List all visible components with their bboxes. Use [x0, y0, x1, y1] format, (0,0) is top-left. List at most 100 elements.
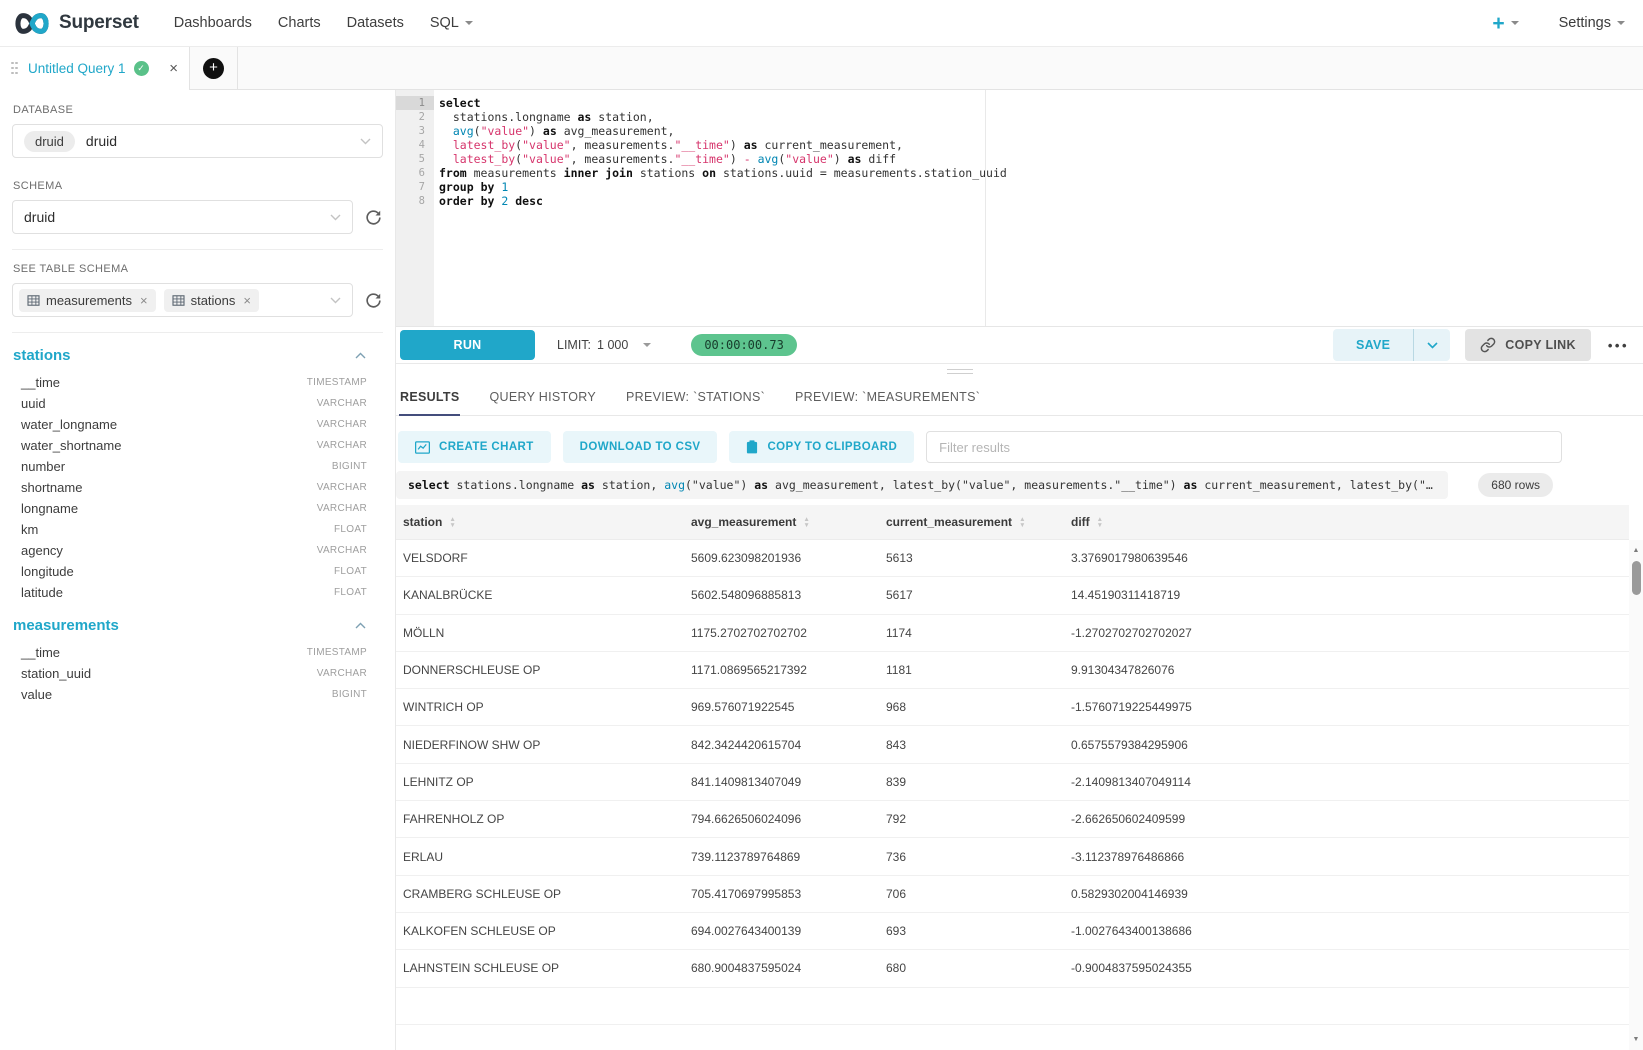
sort-icon[interactable]: ▲▼ [1097, 517, 1103, 528]
database-value: druid [86, 133, 117, 149]
chevron-down-icon [465, 21, 473, 29]
results-tab[interactable]: RESULTS [399, 378, 460, 415]
save-menu-button[interactable] [1414, 329, 1450, 361]
filter-results-input[interactable] [926, 431, 1562, 463]
column-name: longitude [21, 564, 74, 579]
database-select[interactable]: druid druid [12, 124, 383, 158]
table-cell: MÖLLN [396, 626, 684, 640]
create-chart-button[interactable]: CREATE CHART [398, 431, 551, 463]
table-row[interactable]: VELSDORF5609.62309820193656133.376901798… [396, 540, 1629, 577]
table-row[interactable]: FAHRENHOLZ OP794.6626506024096792-2.6626… [396, 801, 1629, 838]
schema-column-row: water_longnameVARCHAR [12, 414, 383, 435]
drag-handle-icon[interactable] [11, 62, 18, 75]
table-cell: 1174 [879, 626, 1064, 640]
column-header-label: current_measurement [886, 515, 1012, 529]
table-row[interactable]: NIEDERFINOW SHW OP842.34244206157048430.… [396, 726, 1629, 763]
column-header[interactable]: current_measurement ▲▼ [879, 505, 1064, 539]
collapse-icon[interactable] [355, 352, 366, 359]
editor-code-area[interactable]: select stations.longname as station, avg… [434, 90, 1643, 326]
nav-item-label: SQL [430, 15, 459, 31]
pane-splitter[interactable] [396, 364, 1643, 378]
sort-icon[interactable]: ▲▼ [1019, 517, 1025, 528]
table-row[interactable]: ERLAU739.1123789764869736-3.112378976486… [396, 838, 1629, 875]
table-cell: 9.91304347826076 [1064, 663, 1629, 677]
new-item-button[interactable]: + [1492, 13, 1518, 34]
refresh-tables-icon[interactable] [364, 291, 383, 310]
chart-icon [415, 441, 430, 454]
table-row[interactable]: DONNERSCHLEUSE OP1171.086956521739211819… [396, 652, 1629, 689]
column-header[interactable]: diff▲▼ [1064, 505, 1629, 539]
scroll-up-icon[interactable]: ▲ [1633, 547, 1640, 554]
table-icon [172, 295, 185, 306]
copy-to-clipboard-button[interactable]: COPY TO CLIPBOARD [729, 431, 914, 463]
table-select[interactable]: measurements×stations× [12, 283, 353, 317]
run-button[interactable]: RUN [400, 330, 535, 360]
plus-icon: + [1492, 13, 1504, 34]
settings-menu[interactable]: Settings [1559, 15, 1625, 31]
remove-table-icon[interactable]: × [243, 293, 251, 308]
schema-column-row: __timeTIMESTAMP [12, 372, 383, 393]
sql-editor[interactable]: 12345678 select stations.longname as sta… [396, 90, 1643, 326]
query-tab[interactable]: Untitled Query 1 ✓ × [0, 47, 190, 89]
column-header[interactable]: station▲▼ [396, 505, 684, 539]
link-icon [1480, 337, 1496, 353]
table-row[interactable]: CRAMBERG SCHLEUSE OP705.4170697995853706… [396, 876, 1629, 913]
column-type: BIGINT [332, 461, 367, 472]
settings-label: Settings [1559, 15, 1611, 31]
scrollbar-thumb[interactable] [1632, 561, 1641, 595]
save-button[interactable]: SAVE [1333, 329, 1413, 361]
nav-item-charts[interactable]: Charts [265, 0, 334, 47]
table-row[interactable]: WINTRICH OP969.576071922545968-1.5760719… [396, 689, 1629, 726]
scroll-down-icon[interactable]: ▼ [1633, 1036, 1640, 1043]
line-number: 8 [396, 194, 434, 208]
sort-icon[interactable]: ▲▼ [803, 517, 809, 528]
column-name: __time [21, 375, 60, 390]
table-section-header[interactable]: stations [13, 347, 382, 364]
table-cell: 5602.548096885813 [684, 588, 879, 602]
table-cell: DONNERSCHLEUSE OP [396, 663, 684, 677]
results-tab[interactable]: PREVIEW: `MEASUREMENTS` [795, 378, 980, 415]
nav-item-sql[interactable]: SQL [417, 0, 486, 47]
schema-select[interactable]: druid [12, 200, 353, 234]
table-cell: 694.0027643400139 [684, 924, 879, 938]
new-tab-button[interactable]: + [190, 47, 238, 89]
table-row[interactable]: LAHNSTEIN SCHLEUSE OP680.900483759502468… [396, 950, 1629, 987]
table-section-header[interactable]: measurements [13, 617, 382, 634]
print-margin-line [985, 90, 986, 326]
nav-item-datasets[interactable]: Datasets [334, 0, 417, 47]
table-cell: 3.3769017980639546 [1064, 551, 1629, 565]
column-header[interactable]: avg_measurement ▲▼ [684, 505, 879, 539]
superset-logo[interactable]: Superset [14, 12, 139, 35]
remove-table-icon[interactable]: × [140, 293, 148, 308]
table-cell: 5613 [879, 551, 1064, 565]
database-type-tag: druid [24, 131, 75, 152]
more-actions-button[interactable]: ••• [1608, 338, 1629, 353]
table-cell: LAHNSTEIN SCHLEUSE OP [396, 961, 684, 975]
table-row[interactable]: KANALBRÜCKE5602.548096885813561714.45190… [396, 577, 1629, 614]
table-row[interactable]: KALKOFEN SCHLEUSE OP694.0027643400139693… [396, 913, 1629, 950]
table-row[interactable]: MÖLLN1175.27027027027021174-1.2702702702… [396, 615, 1629, 652]
results-tab[interactable]: QUERY HISTORY [490, 378, 596, 415]
column-name: agency [21, 543, 63, 558]
copy-link-button[interactable]: COPY LINK [1465, 329, 1591, 361]
table-row[interactable]: LEHNITZ OP841.1409813407049839-2.1409813… [396, 764, 1629, 801]
table-chip[interactable]: stations× [164, 289, 259, 312]
executed-query-preview[interactable]: select stations.longname as station, avg… [396, 471, 1448, 499]
line-number: 5 [396, 152, 434, 166]
close-tab-icon[interactable]: × [169, 61, 178, 76]
table-chip-label: measurements [46, 293, 132, 308]
refresh-schemas-icon[interactable] [364, 208, 383, 227]
line-number: 2 [396, 110, 434, 124]
download-csv-button[interactable]: DOWNLOAD TO CSV [563, 431, 718, 463]
nav-item-dashboards[interactable]: Dashboards [161, 0, 265, 47]
collapse-icon[interactable] [355, 622, 366, 629]
table-chip[interactable]: measurements × [19, 289, 156, 312]
column-header-label: avg_measurement [691, 515, 796, 529]
table-cell: 1171.0869565217392 [684, 663, 879, 677]
column-name: station_uuid [21, 666, 91, 681]
limit-dropdown[interactable]: LIMIT: 1 000 [557, 338, 651, 352]
results-scrollbar[interactable]: ▲ ▼ [1629, 540, 1643, 1050]
sort-icon[interactable]: ▲▼ [449, 517, 455, 528]
query-tab-strip: Untitled Query 1 ✓ × + [0, 47, 1643, 90]
results-tab[interactable]: PREVIEW: `STATIONS` [626, 378, 765, 415]
